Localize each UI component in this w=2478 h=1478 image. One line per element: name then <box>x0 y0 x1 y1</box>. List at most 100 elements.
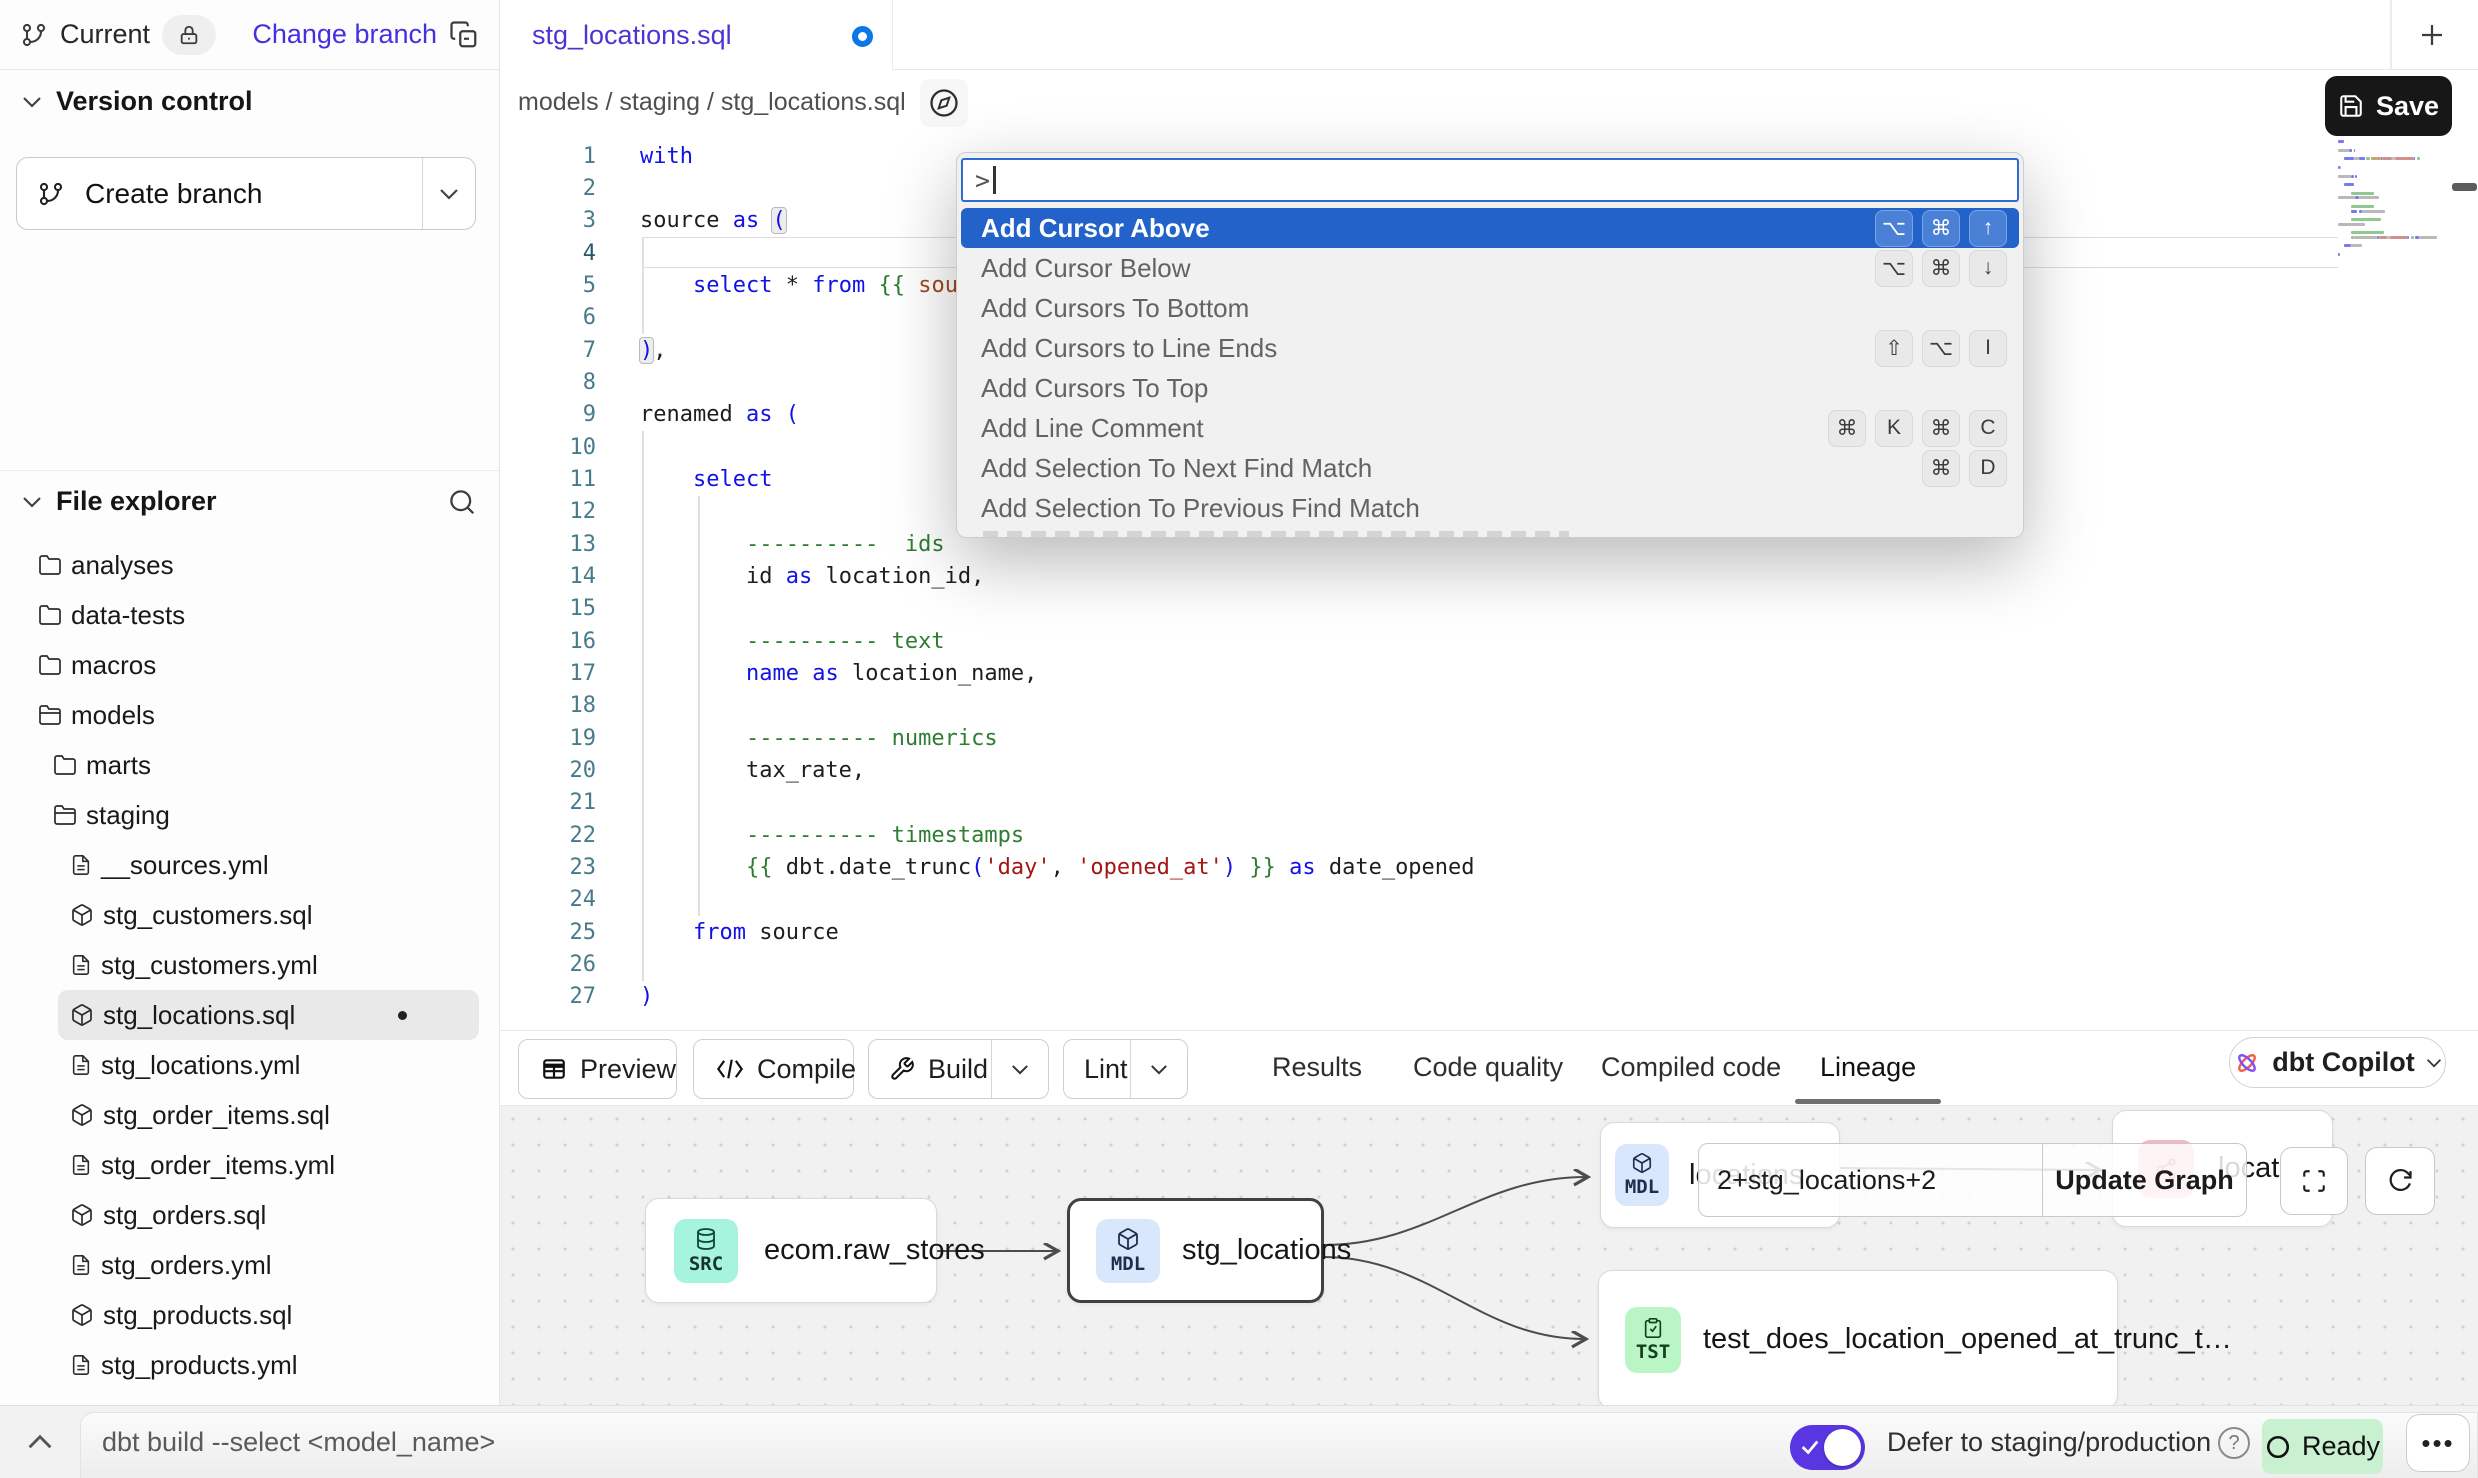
lineage-node-stg-locations[interactable]: MDL stg_locations <box>1067 1198 1324 1303</box>
command-item-add-cursors-to-top[interactable]: Add Cursors To Top <box>961 368 2019 408</box>
file-item-stg_locations.sql[interactable]: stg_locations.sql <box>58 990 479 1040</box>
floppy-disk-icon <box>2338 93 2364 119</box>
lineage-node-source[interactable]: SRC ecom.raw_stores <box>645 1198 937 1303</box>
command-item-add-cursor-above[interactable]: Add Cursor Above⌥⌘↑ <box>961 208 2019 248</box>
line-number: 6 <box>500 305 596 330</box>
file-item-stg_order_items.sql[interactable]: stg_order_items.sql <box>0 1090 499 1140</box>
file-icon <box>70 853 92 877</box>
panel-tab-compiled-code[interactable]: Compiled code <box>1601 1031 1781 1104</box>
file-item-stg_customers.yml[interactable]: stg_customers.yml <box>0 940 499 990</box>
file-icon <box>70 1353 92 1377</box>
command-palette-input[interactable]: > <box>961 158 2019 202</box>
line-number: 27 <box>500 984 596 1009</box>
command-label: Add Selection To Next Find Match <box>981 453 1372 484</box>
file-item-label: stg_products.yml <box>101 1350 298 1381</box>
search-icon[interactable] <box>447 487 477 517</box>
code-line-24[interactable]: 24 <box>500 884 2478 916</box>
file-item-__sources.yml[interactable]: __sources.yml <box>0 840 499 890</box>
file-item-stg_customers.sql[interactable]: stg_customers.sql <box>0 890 499 940</box>
lineage-selector-input[interactable]: 2+stg_locations+2 <box>1698 1143 2043 1217</box>
command-item-add-cursors-to-bottom[interactable]: Add Cursors To Bottom <box>961 288 2019 328</box>
key-chip: ⌥ <box>1875 210 1913 247</box>
branch-locked-badge <box>162 15 216 55</box>
defer-toggle[interactable] <box>1790 1425 1865 1470</box>
minimap-slider[interactable] <box>2452 183 2477 191</box>
sidebar: Current Change branch Version control <box>0 0 500 1405</box>
line-number: 7 <box>500 338 596 363</box>
code-line-15[interactable]: 15 <box>500 593 2478 625</box>
node-label: test_does_location_opened_at_trunc_t… <box>1703 1323 2232 1356</box>
file-item-marts[interactable]: marts <box>0 740 499 790</box>
file-item-stg_products.sql[interactable]: stg_products.sql <box>0 1290 499 1340</box>
code-line-20[interactable]: 20 tax_rate, <box>500 754 2478 786</box>
code-line-22[interactable]: 22 ---------- timestamps <box>500 819 2478 851</box>
file-item-macros[interactable]: macros <box>0 640 499 690</box>
panel-tab-results[interactable]: Results <box>1272 1031 1362 1104</box>
file-item-stg_locations.yml[interactable]: stg_locations.yml <box>0 1040 499 1090</box>
line-content: ---------- timestamps <box>640 823 1024 848</box>
build-button[interactable]: Build <box>868 1039 1049 1099</box>
code-line-19[interactable]: 19 ---------- numerics <box>500 722 2478 754</box>
save-button[interactable]: Save <box>2325 76 2452 136</box>
create-branch-button[interactable]: Create branch <box>16 157 476 230</box>
command-item-add-cursor-below[interactable]: Add Cursor Below⌥⌘↓ <box>961 248 2019 288</box>
file-icon <box>70 1053 92 1077</box>
lineage-node-test[interactable]: TST test_does_location_opened_at_trunc_t… <box>1598 1270 2118 1405</box>
refresh-button[interactable] <box>2365 1147 2435 1215</box>
code-line-27[interactable]: 27) <box>500 981 2478 1013</box>
line-number: 11 <box>500 467 596 492</box>
lineage-graph-panel[interactable]: MDL locations locations SRC ecom.raw_sto… <box>500 1106 2478 1405</box>
file-item-label: analyses <box>71 550 174 581</box>
explore-lineage-button[interactable] <box>920 79 968 127</box>
file-item-staging[interactable]: staging <box>0 790 499 840</box>
lint-button[interactable]: Lint <box>1063 1039 1188 1099</box>
code-line-26[interactable]: 26 <box>500 948 2478 980</box>
refresh-icon <box>2386 1167 2414 1195</box>
copy-branch-icon[interactable] <box>449 20 479 50</box>
code-line-18[interactable]: 18 <box>500 690 2478 722</box>
code-line-25[interactable]: 25 from source <box>500 916 2478 948</box>
version-control-section-header[interactable]: Version control <box>22 86 253 117</box>
collapse-drawer-button[interactable] <box>20 1422 60 1462</box>
command-item-add-selection-to-next-find-match[interactable]: Add Selection To Next Find Match⌘D <box>961 448 2019 488</box>
code-line-16[interactable]: 16 ---------- text <box>500 625 2478 657</box>
command-item-add-cursors-to-line-ends[interactable]: Add Cursors to Line Ends⇧⌥I <box>961 328 2019 368</box>
fullscreen-button[interactable] <box>2280 1147 2348 1215</box>
check-icon <box>1799 1436 1821 1458</box>
compile-button[interactable]: Compile <box>693 1039 854 1099</box>
create-branch-dropdown[interactable] <box>422 158 475 229</box>
command-item-add-selection-to-previous-find-match[interactable]: Add Selection To Previous Find Match <box>961 488 2019 528</box>
build-dropdown[interactable] <box>991 1040 1048 1098</box>
file-item-stg_order_items.yml[interactable]: stg_order_items.yml <box>0 1140 499 1190</box>
panel-tab-lineage[interactable]: Lineage <box>1820 1031 1916 1104</box>
shortcut-keys: ⌥⌘↑ <box>1875 210 2007 247</box>
key-chip: C <box>1969 410 2007 447</box>
minimap[interactable] <box>2338 140 2456 257</box>
help-icon[interactable]: ? <box>2218 1427 2250 1459</box>
change-branch-link[interactable]: Change branch <box>252 19 437 50</box>
code-line-14[interactable]: 14 id as location_id, <box>500 560 2478 592</box>
panel-tab-code-quality[interactable]: Code quality <box>1413 1031 1563 1104</box>
file-item-stg_orders.yml[interactable]: stg_orders.yml <box>0 1240 499 1290</box>
preview-button[interactable]: Preview <box>518 1039 677 1099</box>
file-explorer-section-header[interactable]: File explorer <box>0 470 499 532</box>
file-item-models[interactable]: models <box>0 690 499 740</box>
wrench-icon <box>889 1056 915 1082</box>
update-graph-button[interactable]: Update Graph <box>2043 1143 2247 1217</box>
file-item-stg_products.yml[interactable]: stg_products.yml <box>0 1340 499 1390</box>
code-line-23[interactable]: 23 {{ dbt.date_trunc('day', 'opened_at')… <box>500 851 2478 883</box>
more-options-button[interactable]: ••• <box>2406 1414 2470 1472</box>
code-line-17[interactable]: 17 name as location_name, <box>500 657 2478 689</box>
dbt-command-text[interactable]: dbt build --select <model_name> <box>102 1406 495 1478</box>
file-item-data-tests[interactable]: data-tests <box>0 590 499 640</box>
file-item-stg_orders.sql[interactable]: stg_orders.sql <box>0 1190 499 1240</box>
new-tab-button[interactable] <box>2408 11 2456 59</box>
file-item-analyses[interactable]: analyses <box>0 540 499 590</box>
line-number: 4 <box>500 241 596 266</box>
tab-stg-locations-sql[interactable]: stg_locations.sql <box>500 0 893 70</box>
command-item-add-line-comment[interactable]: Add Line Comment⌘K⌘C <box>961 408 2019 448</box>
code-line-21[interactable]: 21 <box>500 787 2478 819</box>
lint-dropdown[interactable] <box>1130 1040 1187 1098</box>
model-cube-icon <box>70 1303 94 1327</box>
dbt-copilot-button[interactable]: dbt Copilot <box>2229 1037 2446 1088</box>
